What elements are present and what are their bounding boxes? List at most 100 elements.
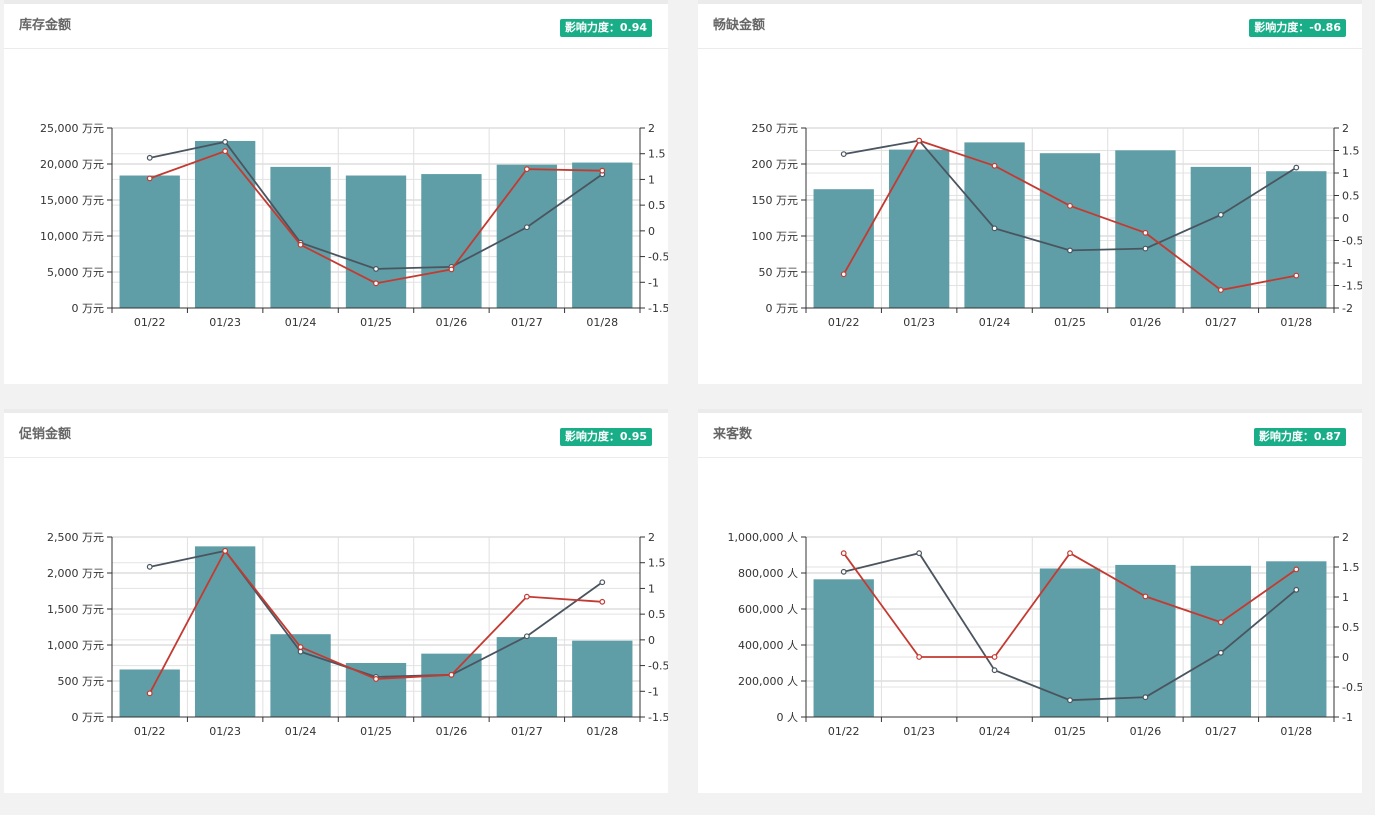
panel-header: 库存金额 影响力度：0.94 xyxy=(4,4,668,49)
impact-value: -0.86 xyxy=(1309,21,1341,34)
left-tick-label: 800,000 人 xyxy=(738,567,798,580)
right-tick-label: 0.5 xyxy=(1342,190,1360,203)
x-tick-label: 01/28 xyxy=(586,316,618,329)
chart-panel-inventory: 库存金额 影响力度：0.94 0 万元 5,000 万元 10,000 万元 15,0… xyxy=(4,0,668,384)
series-point xyxy=(297,648,304,655)
series-point xyxy=(916,654,923,660)
right-tick-label: -1 xyxy=(648,685,659,698)
left-tick-label: 15,000 万元 xyxy=(40,194,104,207)
left-tick-label: 100 万元 xyxy=(752,230,799,243)
bar xyxy=(496,637,558,717)
x-tick-label: 01/27 xyxy=(1205,316,1237,329)
left-tick-label: 50 万元 xyxy=(759,266,799,279)
left-tick-label: 1,000,000 人 xyxy=(728,531,798,544)
chart-panel-shortage: 畅缺金额 影响力度：-0.86 0 万元 50 万元 100 万元 150 万元 200… xyxy=(698,0,1362,384)
bar xyxy=(813,189,874,308)
left-tick-label: 2,000 万元 xyxy=(47,567,104,580)
combo-chart: 0 万元 5,000 万元 10,000 万元 15,000 万元 20,000 万元 2… xyxy=(40,122,668,329)
right-tick-label: -1 xyxy=(648,276,659,289)
chart-panel-promotion: 促销金额 影响力度：0.95 0 万元 500 万元 1,000 万元 1,500 万… xyxy=(4,409,668,793)
x-tick-label: 01/22 xyxy=(134,725,166,738)
right-tick-label: 1.5 xyxy=(1342,561,1360,574)
right-tick-label: 0 xyxy=(1342,651,1349,664)
bar xyxy=(119,175,180,308)
left-tick-label: 250 万元 xyxy=(752,122,799,135)
series-point xyxy=(1142,593,1149,600)
left-tick-label: 150 万元 xyxy=(752,194,799,207)
series-point xyxy=(1067,202,1073,209)
impact-label: 影响力度： xyxy=(1258,430,1314,443)
x-tick-label: 01/23 xyxy=(209,316,241,329)
left-tick-label: 0 人 xyxy=(777,711,799,724)
left-tick-label: 500 万元 xyxy=(58,675,105,688)
x-tick-label: 01/26 xyxy=(436,725,468,738)
left-tick-label: 25,000 万元 xyxy=(40,122,104,135)
x-tick-label: 01/26 xyxy=(1130,725,1162,738)
series-point xyxy=(146,690,153,697)
x-tick-label: 01/22 xyxy=(828,725,860,738)
right-tick-label: -0.5 xyxy=(648,660,668,673)
right-tick-label: 1 xyxy=(1342,591,1349,604)
series-point xyxy=(297,644,304,650)
x-tick-label: 01/24 xyxy=(979,316,1011,329)
series-point xyxy=(840,151,847,157)
series-point xyxy=(1142,694,1149,701)
bar xyxy=(813,579,874,717)
series-point xyxy=(1067,247,1073,254)
series-point xyxy=(1067,697,1073,704)
x-tick-label: 01/27 xyxy=(511,725,543,738)
impact-badge: 影响力度：0.95 xyxy=(559,428,652,446)
right-tick-label: -1 xyxy=(1342,257,1353,270)
series-point xyxy=(373,280,379,287)
panel-title: 来客数 xyxy=(713,427,753,442)
series-point xyxy=(1293,272,1300,279)
series-point xyxy=(1293,586,1300,593)
right-tick-label: -1.5 xyxy=(648,302,668,315)
series-point xyxy=(448,671,455,678)
series-point xyxy=(916,550,923,557)
right-tick-label: 1 xyxy=(648,582,655,595)
series-point xyxy=(222,138,229,145)
bar xyxy=(496,164,558,308)
x-tick-label: 01/26 xyxy=(436,316,468,329)
series-point xyxy=(1067,550,1073,557)
impact-label: 影响力度： xyxy=(564,430,620,443)
x-tick-label: 01/25 xyxy=(1054,725,1086,738)
series-point xyxy=(297,241,304,248)
left-tick-label: 400,000 人 xyxy=(738,639,798,652)
bar xyxy=(1266,171,1327,308)
bar xyxy=(1115,150,1176,308)
left-tick-label: 0 万元 xyxy=(72,711,105,724)
x-tick-label: 01/25 xyxy=(1054,316,1086,329)
series-point xyxy=(222,148,229,155)
right-tick-label: -0.5 xyxy=(648,251,668,264)
left-tick-label: 0 万元 xyxy=(766,302,799,315)
x-tick-label: 01/22 xyxy=(828,316,860,329)
impact-badge: 影响力度：0.94 xyxy=(559,19,652,37)
x-tick-label: 01/23 xyxy=(903,316,935,329)
series-point xyxy=(840,271,847,278)
x-tick-label: 01/23 xyxy=(209,725,241,738)
series-point xyxy=(840,568,847,575)
x-tick-label: 01/23 xyxy=(903,725,935,738)
series-point xyxy=(840,550,847,557)
series-point xyxy=(1293,566,1300,573)
series-point xyxy=(599,579,606,586)
series-point xyxy=(991,667,998,674)
x-tick-label: 01/27 xyxy=(1205,725,1237,738)
left-tick-label: 600,000 人 xyxy=(738,603,798,616)
panel-title: 库存金额 xyxy=(19,18,72,33)
right-tick-label: 1 xyxy=(648,173,655,186)
bar xyxy=(1039,568,1101,717)
series-point xyxy=(599,167,606,174)
right-tick-label: -0.5 xyxy=(1342,235,1362,248)
impact-label: 影响力度： xyxy=(564,21,620,34)
right-tick-label: -1.5 xyxy=(1342,280,1362,293)
series-point xyxy=(373,676,379,682)
left-tick-label: 5,000 万元 xyxy=(47,266,104,279)
right-tick-label: 0 xyxy=(1342,212,1349,225)
x-tick-label: 01/28 xyxy=(1280,316,1312,329)
x-tick-label: 01/22 xyxy=(134,316,166,329)
impact-badge: 影响力度：-0.86 xyxy=(1249,19,1346,37)
right-tick-label: 2 xyxy=(1342,531,1349,544)
